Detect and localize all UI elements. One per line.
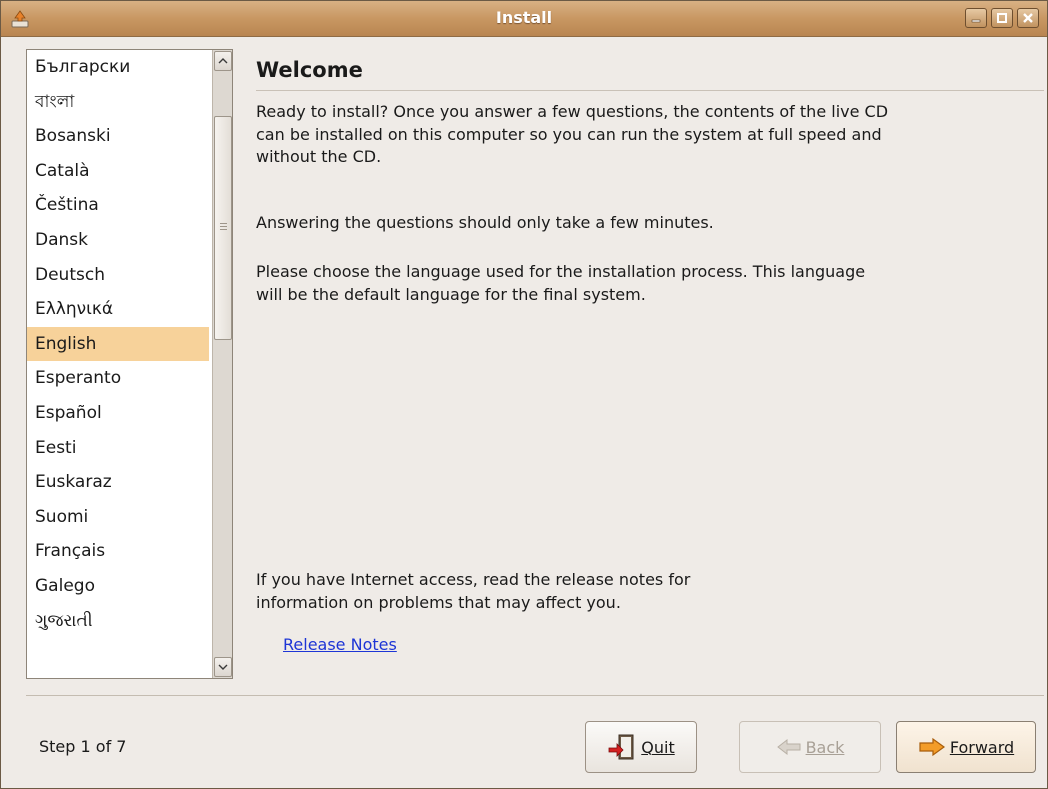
close-icon <box>1023 13 1033 23</box>
language-scrollbar[interactable] <box>212 50 232 678</box>
back-button[interactable]: Back <box>739 721 881 773</box>
language-item[interactable]: Català <box>27 154 209 189</box>
language-item[interactable]: Ελληνικά <box>27 292 209 327</box>
close-button[interactable] <box>1017 8 1039 28</box>
maximize-button[interactable] <box>991 8 1013 28</box>
language-item[interactable]: Euskaraz <box>27 465 209 500</box>
language-item[interactable]: Suomi <box>27 500 209 535</box>
language-list-panel: Български বাংলা Bosanski Català Čeština … <box>26 49 233 679</box>
language-item[interactable]: Esperanto <box>27 361 209 396</box>
forward-arrow-icon <box>919 737 945 757</box>
language-item[interactable]: Bosanski <box>27 119 209 154</box>
installer-window: Install Български বাংলা Bosanski Català … <box>0 0 1048 789</box>
scroll-down-button[interactable] <box>214 657 232 677</box>
release-notes-link[interactable]: Release Notes <box>283 635 397 654</box>
heading-divider <box>256 90 1044 91</box>
footer-divider <box>26 695 1044 696</box>
intro-text: Ready to install? Once you answer a few … <box>256 102 889 166</box>
language-item[interactable]: Čeština <box>27 188 209 223</box>
language-item[interactable]: Български <box>27 50 209 85</box>
minimize-icon <box>971 19 981 23</box>
forward-button[interactable]: Forward <box>896 721 1036 773</box>
quit-button[interactable]: Quit <box>585 721 697 773</box>
title-bar[interactable]: Install <box>1 1 1047 37</box>
back-arrow-icon <box>776 738 801 756</box>
quit-label: Quit <box>641 737 675 757</box>
window-title: Install <box>495 8 553 27</box>
language-item[interactable]: Eesti <box>27 431 209 466</box>
scroll-thumb[interactable] <box>214 116 232 340</box>
language-list[interactable]: Български বাংলা Bosanski Català Čeština … <box>27 50 209 638</box>
language-item[interactable]: Deutsch <box>27 258 209 293</box>
language-item[interactable]: Dansk <box>27 223 209 258</box>
maximize-icon <box>997 13 1007 23</box>
page-title: Welcome <box>256 58 363 82</box>
language-item[interactable]: Français <box>27 534 209 569</box>
language-item[interactable]: Galego <box>27 569 209 604</box>
quit-door-icon <box>608 734 634 760</box>
release-notes-text: If you have Internet access, read the re… <box>256 570 691 612</box>
language-item-selected[interactable]: English <box>27 326 209 362</box>
language-item[interactable]: বাংলা <box>27 85 209 120</box>
language-instruction-text: Please choose the language used for the … <box>256 262 866 304</box>
forward-label: Forward <box>949 737 1015 757</box>
scroll-up-button[interactable] <box>214 51 232 71</box>
language-item[interactable]: Español <box>27 396 209 431</box>
back-label: Back <box>805 737 845 757</box>
minimize-button[interactable] <box>965 8 987 28</box>
chevron-down-icon <box>218 664 228 670</box>
step-indicator: Step 1 of 7 <box>39 737 127 756</box>
chevron-up-icon <box>218 58 228 64</box>
language-item[interactable]: ગુજરાતી <box>27 604 209 639</box>
duration-text: Answering the questions should only take… <box>256 213 714 232</box>
